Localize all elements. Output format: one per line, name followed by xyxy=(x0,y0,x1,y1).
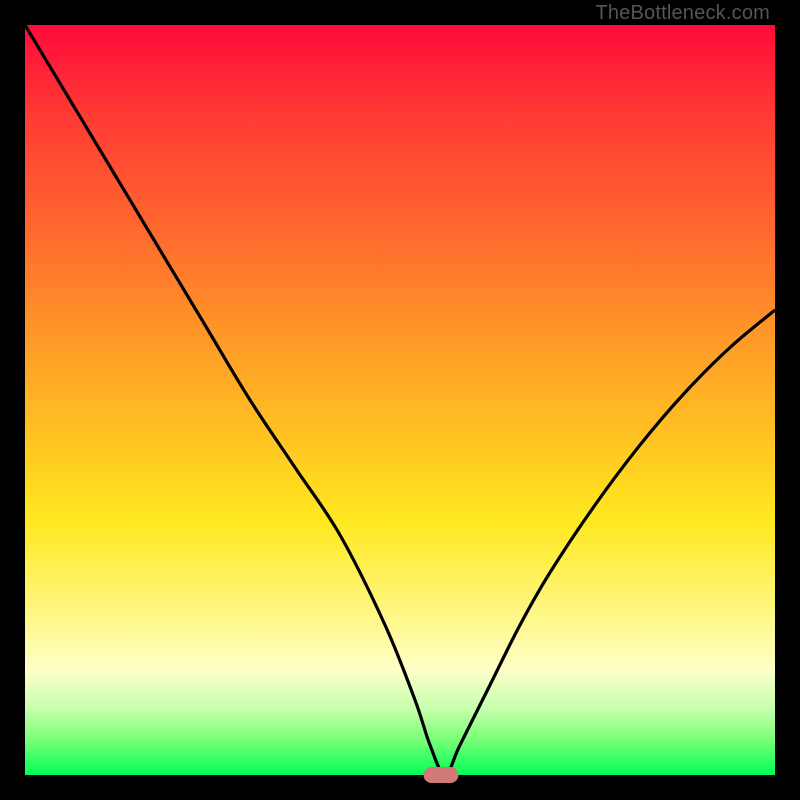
chart-frame: TheBottleneck.com xyxy=(0,0,800,800)
optimal-point-marker xyxy=(424,767,459,783)
bottleneck-curve xyxy=(25,25,775,775)
watermark-text: TheBottleneck.com xyxy=(595,2,770,25)
bottleneck-curve-path xyxy=(25,25,775,775)
plot-area xyxy=(25,25,775,775)
